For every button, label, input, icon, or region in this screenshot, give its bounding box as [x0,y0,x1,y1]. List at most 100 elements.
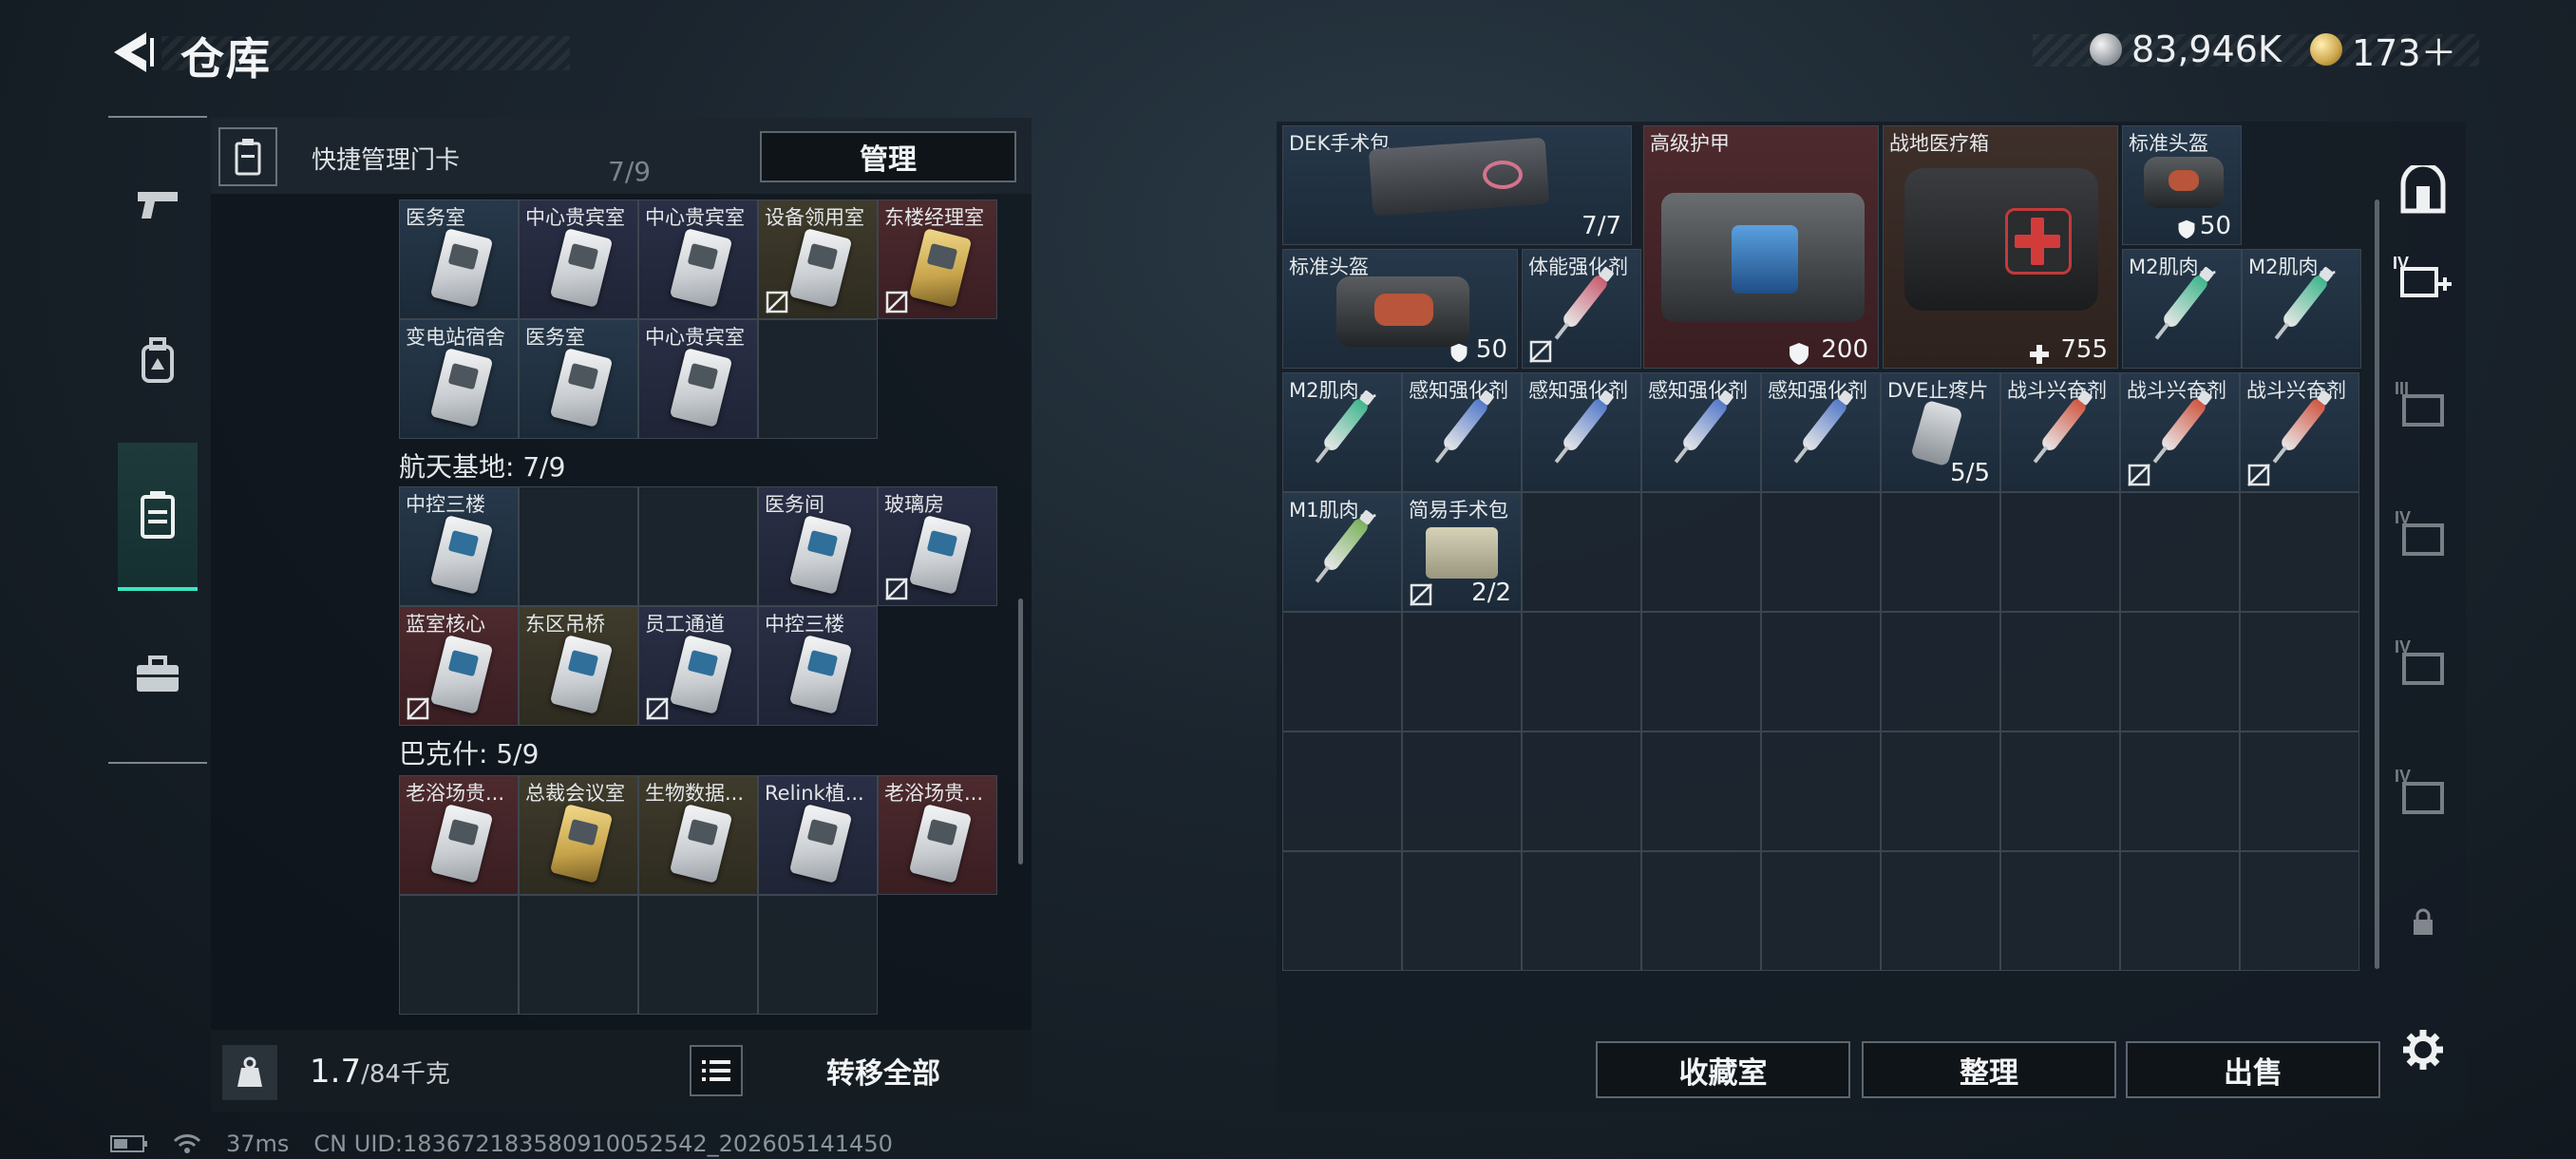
item-perception-booster[interactable]: 感知强化剂 [1402,372,1522,492]
empty-storage-slot[interactable] [2120,492,2240,612]
manage-button[interactable]: 管理 [760,131,1016,182]
item-simple-surgical-kit[interactable]: 简易手术包 2/2 [1402,492,1522,612]
empty-storage-slot[interactable] [1402,851,1522,971]
stash-tab-1[interactable] [2390,158,2456,224]
stash-tab-add[interactable]: IV [2390,245,2456,312]
item-m2-muscle[interactable]: M2肌肉... [2122,249,2242,369]
item-advanced-armor[interactable]: 高级护甲 200 [1643,125,1879,369]
keycard-slot[interactable]: 中控三楼 [399,486,519,606]
item-perception-booster[interactable]: 感知强化剂 [1761,372,1881,492]
empty-slot[interactable] [519,486,638,606]
empty-slot[interactable] [638,895,758,1015]
empty-storage-slot[interactable] [1282,732,1402,851]
organize-button[interactable]: 整理 [1862,1041,2116,1098]
item-standard-helmet[interactable]: 标准头盔 50 [1282,249,1518,369]
keycard-slot[interactable]: 老浴场贵... [399,775,519,895]
keycard-slot[interactable]: 设备领用室 [758,200,878,319]
stash-tab-3[interactable]: III [2390,372,2456,439]
keycard-slot[interactable]: 老浴场贵... [878,775,997,895]
keycard-slot[interactable]: 中心贵宾室 [519,200,638,319]
empty-storage-slot[interactable] [2120,851,2240,971]
empty-storage-slot[interactable] [1881,732,2000,851]
empty-storage-slot[interactable] [1761,492,1881,612]
keycard-slot[interactable]: 总裁会议室 [519,775,638,895]
empty-storage-slot[interactable] [1282,612,1402,732]
list-view-button[interactable] [690,1045,743,1096]
item-perception-booster[interactable]: 感知强化剂 [1641,372,1761,492]
empty-slot[interactable] [638,486,758,606]
empty-storage-slot[interactable] [1761,612,1881,732]
item-combat-stimulant[interactable]: 战斗兴奋剂 [2120,372,2240,492]
keycard-slot[interactable]: 中心贵宾室 [638,319,758,439]
empty-storage-slot[interactable] [1402,732,1522,851]
keycard-slot[interactable]: 中心贵宾室 [638,200,758,319]
empty-storage-slot[interactable] [1761,732,1881,851]
empty-storage-slot[interactable] [1641,612,1761,732]
keycard-slot[interactable]: 东区吊桥 [519,606,638,726]
sell-button[interactable]: 出售 [2126,1041,2380,1098]
empty-storage-slot[interactable] [2240,612,2359,732]
item-dek-surgical-kit[interactable]: DEK手术包 7/7 [1282,125,1632,245]
sidebar-equipment[interactable] [120,323,196,399]
stash-tab-6[interactable]: IV [2390,760,2456,826]
item-standard-helmet[interactable]: 标准头盔 50 [2122,125,2242,245]
stash-tab-4[interactable]: IV [2390,502,2456,568]
keycard-slot[interactable]: 东楼经理室 [878,200,997,319]
stash-tab-5[interactable]: IV [2390,631,2456,697]
empty-storage-slot[interactable] [2240,851,2359,971]
stash-tab-locked[interactable] [2390,889,2456,956]
keycard-slot[interactable]: 员工通道 [638,606,758,726]
item-field-medkit[interactable]: 战地医疗箱 755 [1883,125,2118,369]
empty-storage-slot[interactable] [1641,492,1761,612]
keycard-slot[interactable]: 变电站宿舍 [399,319,519,439]
sidebar-weapons[interactable] [120,167,196,243]
empty-storage-slot[interactable] [1522,732,1641,851]
item-dve-painkiller[interactable]: DVE止疼片 5/5 [1881,372,2000,492]
empty-storage-slot[interactable] [1641,851,1761,971]
transfer-all-button[interactable]: 转移全部 [769,1045,997,1096]
empty-storage-slot[interactable] [2120,732,2240,851]
keycard-slot[interactable]: Relink植... [758,775,878,895]
keycard-slot[interactable]: 蓝室核心 [399,606,519,726]
silver-currency[interactable]: 83,946K [2033,23,2289,76]
item-m1-muscle[interactable]: M1肌肉... [1282,492,1402,612]
empty-slot[interactable] [758,319,878,439]
storage-scrollbar[interactable] [2375,200,2379,969]
empty-storage-slot[interactable] [2120,612,2240,732]
empty-storage-slot[interactable] [1881,612,2000,732]
keycard-slot[interactable]: 玻璃房 [878,486,997,606]
item-m2-muscle[interactable]: M2肌肉... [2242,249,2361,369]
sidebar-toolbox[interactable] [120,636,196,712]
empty-storage-slot[interactable] [1402,612,1522,732]
empty-storage-slot[interactable] [2240,492,2359,612]
empty-storage-slot[interactable] [1761,851,1881,971]
keycard-scrollbar[interactable] [1018,598,1023,864]
item-perception-booster[interactable]: 感知强化剂 [1522,372,1641,492]
item-combat-stimulant[interactable]: 战斗兴奋剂 [2000,372,2120,492]
empty-storage-slot[interactable] [2000,492,2120,612]
empty-storage-slot[interactable] [2000,612,2120,732]
sidebar-keycards[interactable] [118,443,198,591]
gold-currency[interactable]: 173＋ [2299,23,2479,76]
empty-storage-slot[interactable] [1881,492,2000,612]
back-arrow-icon[interactable] [106,27,158,78]
empty-slot[interactable] [519,895,638,1015]
item-m2-muscle[interactable]: M2肌肉... [1282,372,1402,492]
keycard-slot[interactable]: 医务室 [519,319,638,439]
empty-storage-slot[interactable] [1522,851,1641,971]
item-combat-stimulant[interactable]: 战斗兴奋剂 [2240,372,2359,492]
keycard-slot[interactable]: 医务室 [399,200,519,319]
empty-storage-slot[interactable] [2000,851,2120,971]
empty-storage-slot[interactable] [1522,612,1641,732]
keycard-slot[interactable]: 生物数据... [638,775,758,895]
empty-storage-slot[interactable] [1641,732,1761,851]
empty-slot[interactable] [399,895,519,1015]
empty-storage-slot[interactable] [1881,851,2000,971]
item-stamina-booster[interactable]: 体能强化剂 [1522,249,1641,369]
empty-storage-slot[interactable] [1522,492,1641,612]
collection-room-button[interactable]: 收藏室 [1596,1041,1850,1098]
empty-slot[interactable] [758,895,878,1015]
empty-storage-slot[interactable] [2000,732,2120,851]
keycard-slot[interactable]: 中控三楼 [758,606,878,726]
empty-storage-slot[interactable] [2240,732,2359,851]
